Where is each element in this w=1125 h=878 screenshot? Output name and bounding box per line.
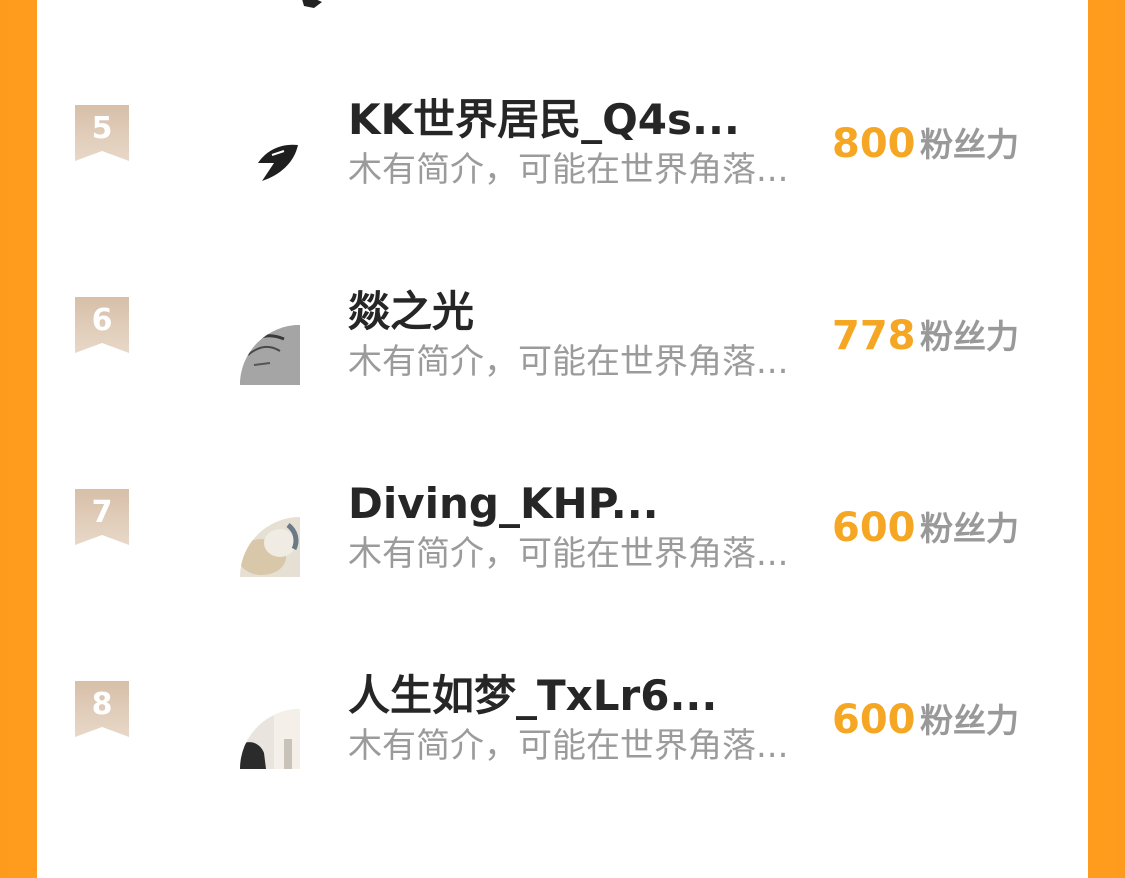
fan-power-label: 粉丝力 [920, 701, 1019, 740]
pet-photo-avatar-icon [240, 517, 300, 577]
user-name[interactable]: 燚之光 [348, 284, 818, 340]
rank-badge: 5 [75, 105, 129, 161]
fan-power-score: 800 [832, 121, 916, 167]
user-name[interactable]: 人生如梦_TxLr6... [348, 668, 818, 724]
ranking-row[interactable]: 7 Diving_KHP... 木有简介，可能在世界角落... 600 粉丝力 [37, 476, 1088, 606]
user-name[interactable]: Diving_KHP... [348, 476, 818, 532]
rank-badge: 7 [75, 489, 129, 545]
ranking-row[interactable]: 6 燚之光 木有简介，可能在世界角落... 778 粉丝力 [37, 284, 1088, 414]
user-name[interactable]: KK世界居民_Q4s... [348, 92, 818, 148]
partial-avatar-icon [302, 0, 322, 8]
sketch-photo-avatar-icon [240, 325, 300, 385]
user-bio: 木有简介，可能在世界角落... [348, 150, 789, 190]
ranking-panel: 5 KK世界居民_Q4s... 木有简介，可能在世界角落... 800 粉丝力 … [37, 0, 1088, 878]
rank-badge: 6 [75, 297, 129, 353]
rank-number: 5 [91, 111, 113, 146]
fan-power-score: 600 [832, 697, 916, 743]
ranking-row[interactable]: 5 KK世界居民_Q4s... 木有简介，可能在世界角落... 800 粉丝力 [37, 92, 1088, 222]
user-avatar[interactable] [240, 517, 300, 577]
fan-power-score: 778 [832, 313, 916, 359]
rank-number: 8 [91, 687, 113, 722]
ranking-row[interactable]: 8 人生如梦_TxLr6... 木有简介，可能在世界角落... 600 粉丝力 [37, 668, 1088, 798]
fan-power-label: 粉丝力 [920, 125, 1019, 164]
user-avatar[interactable] [240, 325, 300, 385]
rank-number: 7 [91, 495, 113, 530]
fan-power-score: 600 [832, 505, 916, 551]
rank-badge: 8 [75, 681, 129, 737]
fan-power-label: 粉丝力 [920, 317, 1019, 356]
room-photo-avatar-icon [240, 709, 300, 769]
fish-fin-avatar-icon [240, 133, 300, 193]
user-bio: 木有简介，可能在世界角落... [348, 534, 789, 574]
user-avatar[interactable] [240, 133, 300, 193]
rank-number: 6 [91, 303, 113, 338]
user-bio: 木有简介，可能在世界角落... [348, 726, 789, 766]
user-avatar[interactable] [240, 709, 300, 769]
user-bio: 木有简介，可能在世界角落... [348, 342, 789, 382]
fan-power-label: 粉丝力 [920, 509, 1019, 548]
